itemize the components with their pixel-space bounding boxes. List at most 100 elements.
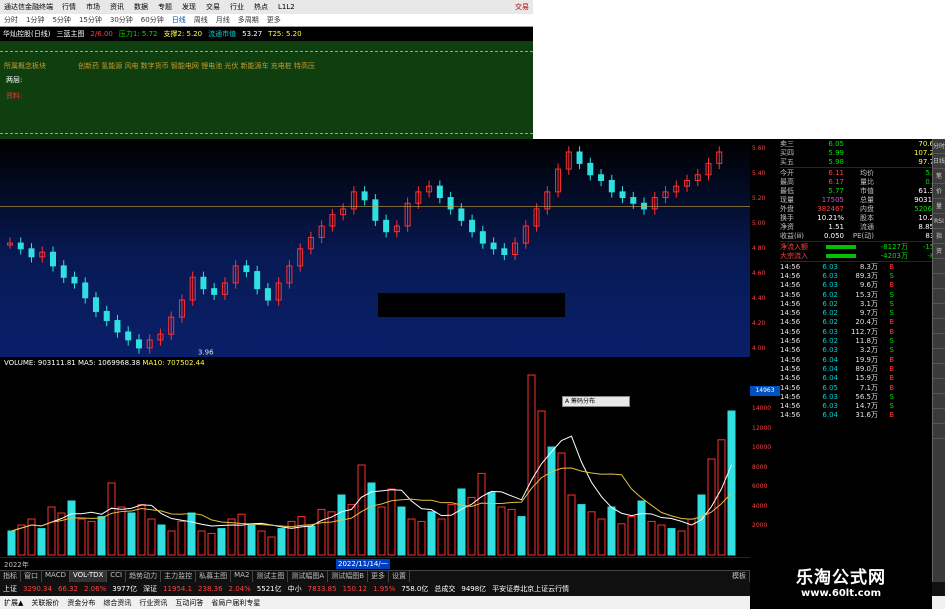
- period-daily[interactable]: 日线: [168, 15, 190, 25]
- side-tool-button[interactable]: [933, 259, 945, 274]
- indicator-tab[interactable]: MACD: [42, 571, 70, 582]
- volume-bar: [507, 508, 516, 556]
- status-item: 2.04%: [228, 585, 251, 593]
- period-60min[interactable]: 60分钟: [137, 15, 168, 25]
- volume-bar: [207, 532, 216, 556]
- side-tool-button[interactable]: [933, 349, 945, 364]
- menu-item-redian[interactable]: 热点: [249, 2, 273, 12]
- side-tool-button[interactable]: [933, 364, 945, 379]
- indicator-tab[interactable]: 测试幅图B: [328, 571, 369, 582]
- watermark-title: 乐淘公式网: [796, 568, 886, 588]
- indicator-tab[interactable]: 窗口: [21, 571, 42, 582]
- period-fenshi[interactable]: 分时: [0, 15, 22, 25]
- candle-body: [60, 265, 67, 278]
- bottom-tool-item[interactable]: 互动问答: [171, 598, 207, 608]
- menu-item-faxian[interactable]: 发现: [177, 2, 201, 12]
- menu-item-shichang[interactable]: 市场: [81, 2, 105, 12]
- bottom-tool-item[interactable]: 行业资讯: [135, 598, 171, 608]
- side-tool-button[interactable]: [933, 409, 945, 424]
- trade-price: 6.03: [822, 281, 838, 290]
- menu-item-l1l2[interactable]: L1L2: [273, 3, 300, 11]
- period-more[interactable]: 更多: [263, 15, 285, 25]
- side-tool-button[interactable]: 笔: [933, 169, 945, 184]
- indicator-tab[interactable]: 私募主图: [196, 571, 232, 582]
- indicator-tab[interactable]: 主力监控: [161, 571, 197, 582]
- period-monthly[interactable]: 月线: [212, 15, 234, 25]
- volume-bar: [417, 520, 426, 556]
- volume-bar: [377, 506, 386, 556]
- side-tool-button[interactable]: [933, 424, 945, 439]
- chip-distribution-popup[interactable]: A 筹码分布: [562, 396, 630, 407]
- side-tool-button[interactable]: 价: [933, 184, 945, 199]
- period-15min[interactable]: 15分钟: [75, 15, 106, 25]
- kline-chart[interactable]: 3.96: [0, 139, 750, 357]
- side-tool-button[interactable]: [933, 304, 945, 319]
- trade-time: 14:56: [780, 337, 801, 346]
- volume-bar: [127, 512, 136, 556]
- menu-item-hangqing[interactable]: 行情: [57, 2, 81, 12]
- indicator-tab[interactable]: MA2: [231, 571, 254, 582]
- period-weekly[interactable]: 周线: [190, 15, 212, 25]
- period-multi[interactable]: 多周期: [234, 15, 263, 25]
- side-tool-button[interactable]: [933, 274, 945, 289]
- indicator-tab[interactable]: 指标: [0, 571, 21, 582]
- concept-label: 所属概念板块: [4, 62, 46, 70]
- side-tool-button[interactable]: 分时: [933, 139, 945, 154]
- trade-volume: 31.6万: [855, 411, 878, 420]
- trade-direction: S: [889, 309, 894, 318]
- quote-value: 6.11: [828, 168, 844, 177]
- bottom-tool-item[interactable]: 关联报价: [27, 598, 63, 608]
- trade-price: 6.04: [822, 411, 838, 420]
- menu-item-hangye[interactable]: 行业: [225, 2, 249, 12]
- indicator-tab[interactable]: 更多: [368, 571, 390, 582]
- indicator-value-2: 压力1: 5.72: [118, 30, 158, 38]
- side-tool-button[interactable]: RSI: [933, 214, 945, 229]
- volume-bar: [597, 518, 606, 556]
- tick-trade-row: 14:56 6.02 20.4万 B: [780, 318, 945, 327]
- indicator-tab[interactable]: 测试主图: [253, 571, 289, 582]
- tick-trade-row: 14:56 6.03 9.6万 B: [780, 281, 945, 290]
- volume-bar: [637, 500, 646, 556]
- trade-direction: B: [889, 383, 894, 392]
- indicator-value-6: T25: 5.20: [268, 30, 302, 38]
- side-tool-button[interactable]: [933, 334, 945, 349]
- bottom-tool-item[interactable]: 扩展▲: [0, 598, 27, 608]
- period-1min[interactable]: 1分钟: [22, 15, 48, 25]
- side-tool-button[interactable]: 日线: [933, 154, 945, 169]
- template-tab[interactable]: 模板: [729, 571, 750, 582]
- trade-price: 6.03: [822, 392, 838, 401]
- side-tool-button[interactable]: 资: [933, 244, 945, 259]
- volume-bar: [617, 523, 626, 556]
- volume-bar: [107, 482, 116, 556]
- volume-chart[interactable]: VOLUME: 903111.81 MA5: 1069968.38 MA10: …: [0, 357, 750, 557]
- period-30min[interactable]: 30分钟: [106, 15, 137, 25]
- bottom-tool-item[interactable]: 综合资讯: [99, 598, 135, 608]
- indicator-tab[interactable]: VOL-TDX: [69, 571, 108, 582]
- side-tool-button[interactable]: [933, 379, 945, 394]
- menu-item-shuju[interactable]: 数据: [129, 2, 153, 12]
- candle-body: [200, 276, 207, 290]
- indicator-tab[interactable]: 测试幅图A: [288, 571, 329, 582]
- indicator-tab[interactable]: 趋势动力: [126, 571, 162, 582]
- trade-price: 6.04: [822, 374, 838, 383]
- side-tool-button[interactable]: [933, 289, 945, 304]
- trade-login-button[interactable]: 交易: [515, 2, 533, 12]
- bottom-tool-item[interactable]: 资金分布: [63, 598, 99, 608]
- side-tool-button[interactable]: 指: [933, 229, 945, 244]
- side-tool-button[interactable]: 量: [933, 199, 945, 214]
- right-side-toolbar[interactable]: 分时 日线笔价量 RSI 指资: [932, 139, 945, 609]
- candle-body: [243, 265, 250, 273]
- candle-body: [469, 219, 476, 233]
- stock-name[interactable]: 华灿控股(日线): [0, 29, 53, 39]
- main-indicator-name[interactable]: 三蓝主图: [53, 29, 87, 39]
- volume-bar: [177, 520, 186, 556]
- side-tool-button[interactable]: [933, 394, 945, 409]
- menu-item-zixun[interactable]: 资讯: [105, 2, 129, 12]
- side-tool-button[interactable]: [933, 319, 945, 334]
- indicator-tab[interactable]: CCI: [107, 571, 127, 582]
- menu-item-jiaoyi[interactable]: 交易: [201, 2, 225, 12]
- bottom-tool-item[interactable]: 省局户届利专星: [207, 598, 264, 608]
- indicator-tab[interactable]: 设置: [389, 571, 411, 582]
- period-5min[interactable]: 5分钟: [48, 15, 74, 25]
- menu-item-zhuanti[interactable]: 专题: [153, 2, 177, 12]
